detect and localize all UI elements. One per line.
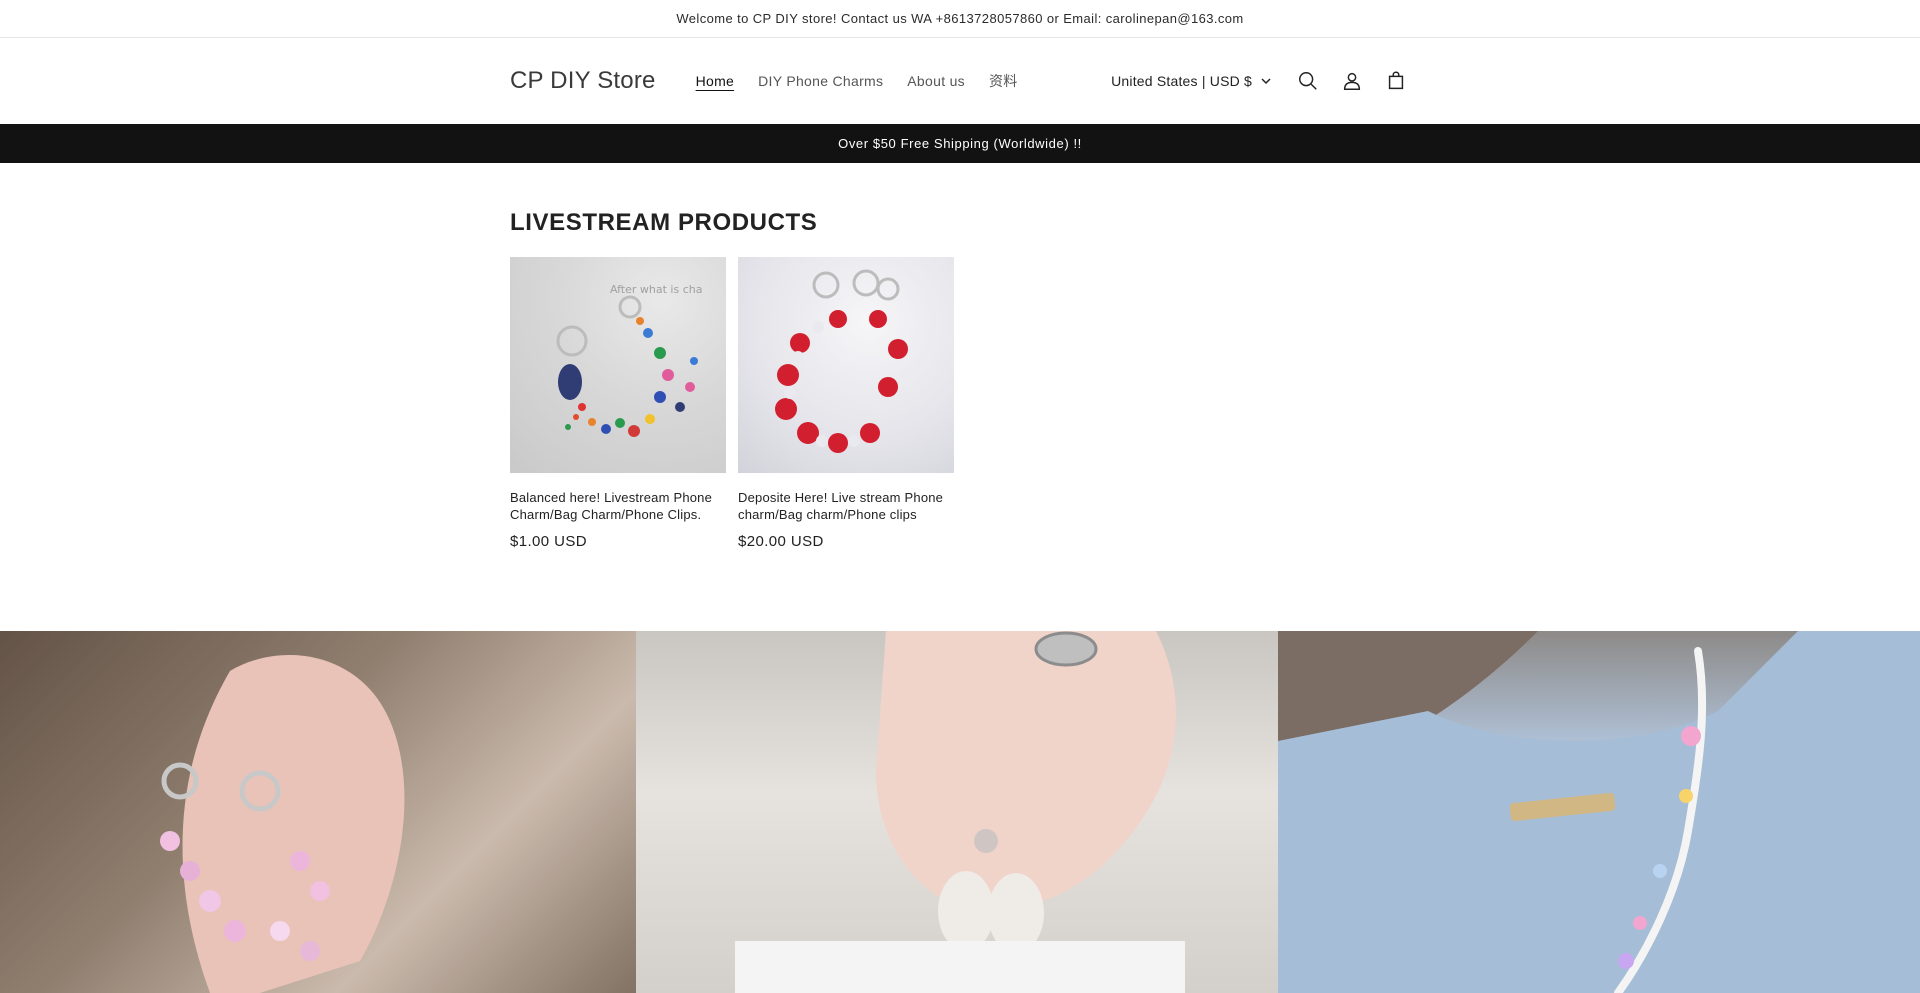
hand-with-pearl-charm-image: [876, 631, 1176, 953]
search-icon: [1299, 72, 1317, 90]
gallery-image-3: [1278, 631, 1920, 993]
account-button[interactable]: [1340, 69, 1364, 93]
product-image-watermark: After what is cha: [610, 283, 702, 296]
product-title[interactable]: Deposite Here! Live stream Phone charm/B…: [738, 489, 954, 523]
phone-charm-image: [775, 269, 908, 453]
announcement-top: Welcome to CP DIY store! Contact us WA +…: [0, 0, 1920, 38]
product-grid: After what is cha Balanced here! Livestr…: [510, 257, 1410, 550]
product-card[interactable]: After what is cha Balanced here! Livestr…: [510, 257, 726, 550]
product-image[interactable]: After what is cha: [510, 257, 726, 473]
phone-charm-image: After what is cha: [556, 283, 702, 437]
hand-with-pink-charms-image: [0, 631, 636, 993]
cart-button[interactable]: [1384, 69, 1408, 93]
header-actions: United States | USD $: [1111, 38, 1408, 124]
livestream-products-section: LIVESTREAM PRODUCTS After what is cha Ba…: [0, 163, 1920, 631]
announcement-top-text: Welcome to CP DIY store! Contact us WA +…: [676, 11, 1244, 26]
product-price: $20.00 USD: [738, 533, 824, 550]
cart-icon: [1388, 71, 1404, 90]
nav-ziliao[interactable]: 资料: [989, 71, 1018, 91]
nav-about-us[interactable]: About us: [907, 73, 965, 89]
search-button[interactable]: [1296, 69, 1320, 93]
person-with-bead-strap-image: [1278, 631, 1920, 993]
product-title[interactable]: Balanced here! Livestream Phone Charm/Ba…: [510, 489, 726, 523]
currency-label: United States | USD $: [1111, 73, 1252, 89]
nav-diy-phone-charms[interactable]: DIY Phone Charms: [758, 73, 883, 89]
announcement-bar: Over $50 Free Shipping (Worldwide) !!: [0, 124, 1920, 163]
chevron-down-icon: [1261, 78, 1271, 85]
account-icon: [1343, 72, 1361, 90]
section-title: LIVESTREAM PRODUCTS: [510, 209, 818, 236]
product-image[interactable]: [738, 257, 954, 473]
nav-home[interactable]: Home: [696, 73, 735, 89]
gallery-image-1: [0, 631, 636, 993]
lifestyle-gallery: [0, 631, 1920, 993]
gallery-image-2: [636, 631, 1278, 993]
currency-selector[interactable]: United States | USD $: [1111, 73, 1272, 89]
main-nav: Home DIY Phone Charms About us 资料: [696, 71, 1018, 91]
content-overlay-panel: [735, 941, 1185, 993]
product-card[interactable]: Deposite Here! Live stream Phone charm/B…: [738, 257, 954, 550]
product-price: $1.00 USD: [510, 533, 587, 550]
site-header: CP DIY Store Home DIY Phone Charms About…: [0, 38, 1920, 124]
store-logo[interactable]: CP DIY Store: [510, 67, 656, 95]
announcement-bar-text: Over $50 Free Shipping (Worldwide) !!: [838, 136, 1082, 151]
